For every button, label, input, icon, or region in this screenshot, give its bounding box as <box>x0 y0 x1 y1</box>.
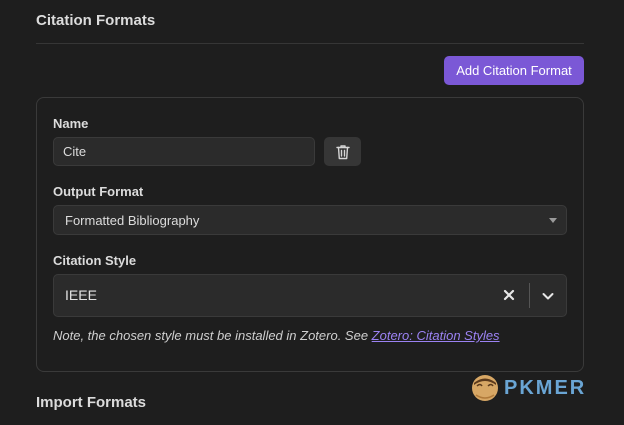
name-label: Name <box>53 116 89 131</box>
chevron-down-icon[interactable] <box>541 289 555 303</box>
delete-format-button[interactable] <box>324 137 361 166</box>
output-format-value: Formatted Bibliography <box>65 212 200 228</box>
add-citation-format-button[interactable]: Add Citation Format <box>444 56 584 85</box>
citation-style-label: Citation Style <box>53 253 137 268</box>
citation-style-combobox[interactable]: IEEE <box>53 274 567 317</box>
caret-down-icon <box>549 218 557 223</box>
name-input[interactable]: Cite <box>53 137 315 166</box>
pkmer-logo-icon <box>472 375 498 401</box>
pkmer-watermark: PKMER <box>470 372 586 404</box>
citation-style-value: IEEE <box>65 287 97 303</box>
combo-separator <box>529 283 530 308</box>
citation-style-note: Note, the chosen style must be installed… <box>53 328 500 343</box>
note-text: Note, the chosen style must be installed… <box>53 328 372 343</box>
citation-formats-heading: Citation Formats <box>36 12 156 29</box>
output-format-select[interactable]: Formatted Bibliography <box>53 205 567 235</box>
output-format-label: Output Format <box>53 184 144 199</box>
watermark-text: PKMER <box>504 376 587 399</box>
close-icon[interactable] <box>502 288 516 302</box>
import-formats-heading: Import Formats <box>36 394 147 411</box>
section-divider <box>36 43 584 44</box>
trash-icon <box>335 144 350 159</box>
zotero-citation-styles-link[interactable]: Zotero: Citation Styles <box>372 328 500 343</box>
